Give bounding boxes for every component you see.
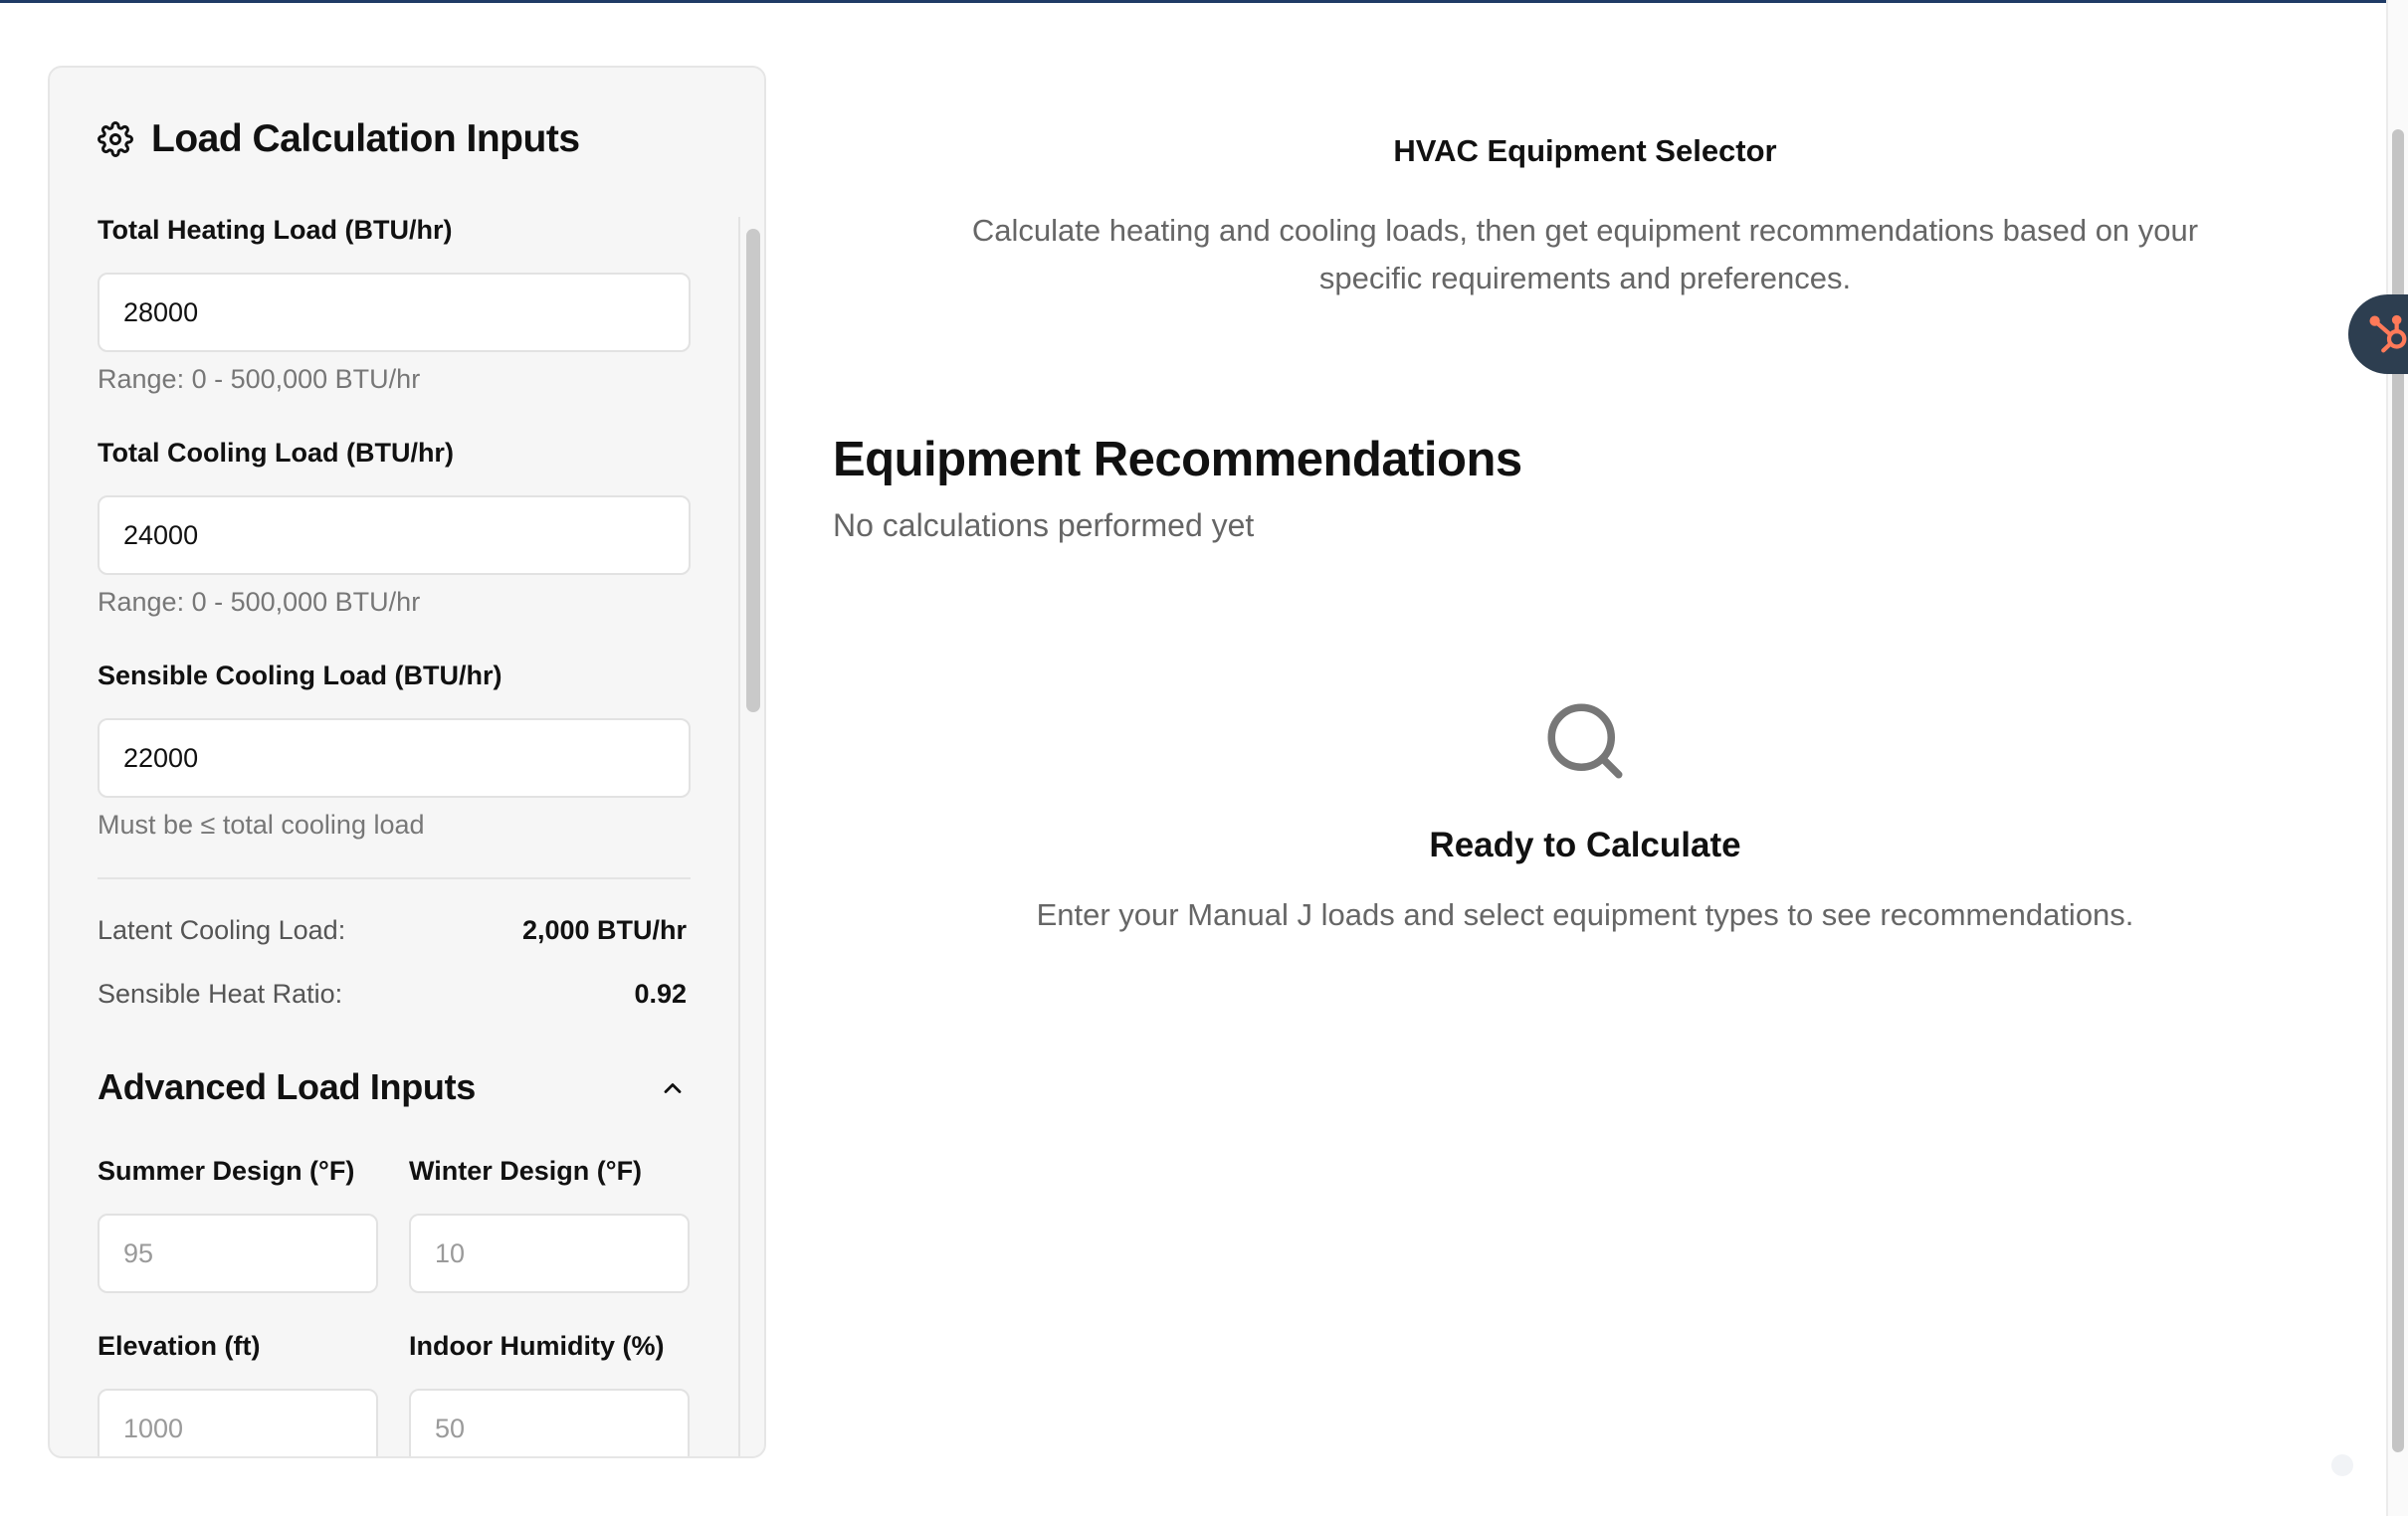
heating-load-label: Total Heating Load (BTU/hr) <box>98 215 453 245</box>
heating-load-input[interactable]: 28000 <box>98 273 691 352</box>
shr-label: Sensible Heat Ratio: <box>98 979 343 1009</box>
winter-design-label: Winter Design (°F) <box>409 1156 643 1186</box>
latent-load-label: Latent Cooling Load: <box>98 915 346 945</box>
elevation-label: Elevation (ft) <box>98 1331 261 1361</box>
heating-load-hint: Range: 0 - 500,000 BTU/hr <box>98 364 421 394</box>
summer-design-input[interactable]: 95 <box>98 1214 378 1293</box>
panel-title: Load Calculation Inputs <box>151 117 580 160</box>
stats-divider <box>98 877 691 879</box>
indoor-humidity-label: Indoor Humidity (%) <box>409 1331 665 1361</box>
cooling-load-input[interactable]: 24000 <box>98 495 691 575</box>
panel-header: Load Calculation Inputs <box>98 117 580 160</box>
latent-load-value: 2,000 BTU/hr <box>521 915 687 945</box>
sensible-load-input[interactable]: 22000 <box>98 718 691 798</box>
gear-icon <box>98 121 133 157</box>
hubspot-icon[interactable] <box>2366 312 2408 358</box>
summer-design-label: Summer Design (°F) <box>98 1156 355 1186</box>
sensible-load-label: Sensible Cooling Load (BTU/hr) <box>98 661 502 690</box>
recommendations-status: No calculations performed yet <box>833 507 1255 543</box>
search-icon <box>1547 703 1623 779</box>
top-accent-line <box>0 0 2408 3</box>
empty-state-title: Ready to Calculate <box>1429 826 1741 864</box>
shr-value: 0.92 <box>634 979 687 1009</box>
app-title: HVAC Equipment Selector <box>1393 133 1777 168</box>
elevation-input[interactable]: 1000 <box>98 1389 378 1456</box>
cooling-load-hint: Range: 0 - 500,000 BTU/hr <box>98 587 421 617</box>
empty-state-description: Enter your Manual J loads and select equ… <box>1036 897 2134 932</box>
recommendations-title: Equipment Recommendations <box>833 433 1522 486</box>
indoor-humidity-input[interactable]: 50 <box>409 1389 690 1456</box>
cooling-load-label: Total Cooling Load (BTU/hr) <box>98 438 454 468</box>
load-inputs-panel: Load Calculation Inputs Total Heating Lo… <box>48 66 766 1458</box>
status-dot <box>2331 1454 2353 1476</box>
chevron-up-icon[interactable] <box>659 1074 687 1102</box>
app-description: Calculate heating and cooling loads, the… <box>971 213 2199 295</box>
sensible-load-hint: Must be ≤ total cooling load <box>98 810 425 840</box>
advanced-inputs-title[interactable]: Advanced Load Inputs <box>98 1066 476 1108</box>
winter-design-input[interactable]: 10 <box>409 1214 690 1293</box>
panel-scrollbar-thumb[interactable] <box>746 229 760 712</box>
